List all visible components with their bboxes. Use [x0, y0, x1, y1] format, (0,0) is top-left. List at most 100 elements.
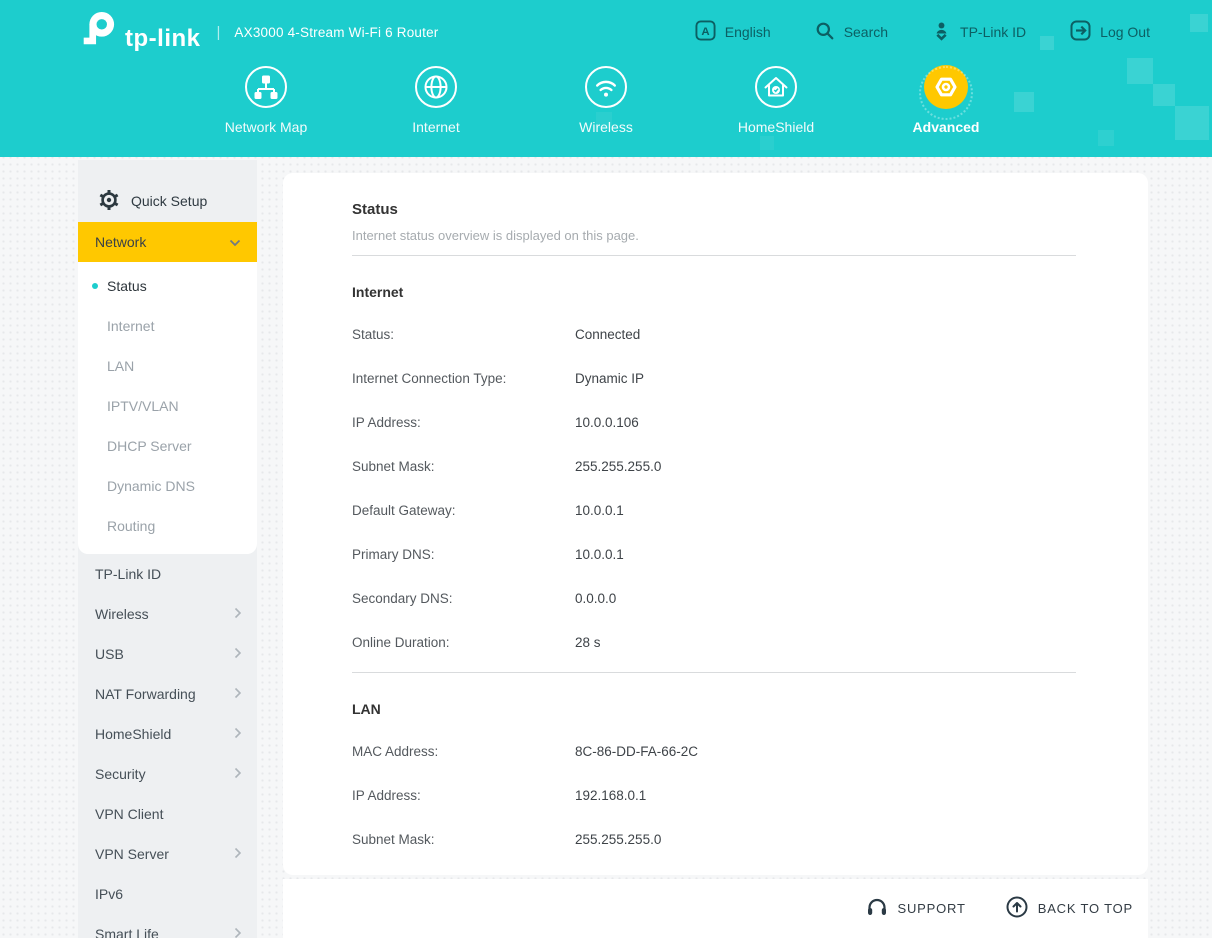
row-label: Online Duration:	[352, 635, 575, 650]
nav-homeshield-label: HomeShield	[738, 119, 814, 135]
nav-wireless-label: Wireless	[579, 119, 633, 135]
chevron-right-icon	[234, 766, 242, 782]
info-row: Subnet Mask: 255.255.255.0	[352, 817, 1076, 861]
support-button[interactable]: SUPPORT	[866, 897, 966, 920]
page-title: Status	[352, 201, 1076, 218]
row-label: IP Address:	[352, 415, 575, 430]
brand-wordmark: tp-link	[125, 27, 201, 54]
dynamic-dns-label: Dynamic DNS	[107, 478, 195, 494]
row-value: 192.168.0.1	[575, 788, 646, 803]
chevron-right-icon	[234, 646, 242, 662]
sidebar-item-internet[interactable]: Internet	[78, 306, 257, 346]
routing-label: Routing	[107, 518, 155, 534]
sidebar-item-vpn-client[interactable]: VPN Client	[78, 794, 257, 834]
tplink-id-button[interactable]: TP-Link ID	[932, 21, 1026, 44]
network-label: Network	[95, 234, 146, 250]
lan-label: LAN	[107, 358, 134, 374]
router-model-title: AX3000 4-Stream Wi-Fi 6 Router	[234, 25, 438, 40]
language-selector[interactable]: A English	[695, 20, 771, 44]
usb-label: USB	[95, 646, 124, 662]
footer-bar: SUPPORT BACK TO TOP	[283, 879, 1148, 938]
row-value: 0.0.0.0	[575, 591, 616, 606]
tplink-logo-icon	[76, 11, 118, 54]
row-label: Subnet Mask:	[352, 832, 575, 847]
row-label: Subnet Mask:	[352, 459, 575, 474]
tplink-id-label: TP-Link ID	[960, 24, 1026, 40]
headset-icon	[866, 897, 888, 920]
sidebar-item-smart-life[interactable]: Smart Life	[78, 914, 257, 938]
row-value: 8C-86-DD-FA-66-2C	[575, 744, 698, 759]
back-to-top-label: BACK TO TOP	[1038, 901, 1133, 916]
nav-advanced[interactable]: Advanced	[861, 64, 1031, 135]
homeshield-icon	[753, 64, 799, 110]
sidebar-item-nat-forwarding[interactable]: NAT Forwarding	[78, 674, 257, 714]
sidebar-item-quick-setup[interactable]: Quick Setup	[78, 160, 257, 222]
back-to-top-button[interactable]: BACK TO TOP	[1006, 896, 1133, 921]
search-label: Search	[844, 24, 888, 40]
tplink-id-icon	[932, 21, 951, 44]
vpn-server-label: VPN Server	[95, 846, 169, 862]
nav-wireless[interactable]: Wireless	[521, 64, 691, 135]
sidebar-item-lan[interactable]: LAN	[78, 346, 257, 386]
info-row: MAC Address: 8C-86-DD-FA-66-2C	[352, 729, 1076, 773]
svg-text:A: A	[701, 26, 709, 38]
sidebar-item-tplink-id[interactable]: TP-Link ID	[78, 554, 257, 594]
sidebar-item-usb[interactable]: USB	[78, 634, 257, 674]
sidebar-item-security[interactable]: Security	[78, 754, 257, 794]
nav-network-map[interactable]: Network Map	[181, 64, 351, 135]
header-links: A English Search	[695, 20, 1150, 44]
status-label: Status	[107, 278, 147, 294]
info-row: Primary DNS: 10.0.0.1	[352, 532, 1076, 576]
chevron-right-icon	[234, 686, 242, 702]
nav-internet[interactable]: Internet	[351, 64, 521, 135]
logout-icon	[1070, 20, 1091, 44]
decor-square	[760, 136, 774, 150]
divider	[352, 255, 1076, 256]
sidebar-item-dynamic-dns[interactable]: Dynamic DNS	[78, 466, 257, 506]
sidebar-item-iptv-vlan[interactable]: IPTV/VLAN	[78, 386, 257, 426]
nav-network-map-label: Network Map	[225, 119, 307, 135]
language-label: English	[725, 24, 771, 40]
row-label: Default Gateway:	[352, 503, 575, 518]
sidebar-item-dhcp-server[interactable]: DHCP Server	[78, 426, 257, 466]
network-submenu: Status Internet LAN IPTV/VLAN DHCP Serve…	[78, 262, 257, 554]
tplink-logo[interactable]: tp-link	[76, 11, 201, 54]
wireless-icon	[583, 64, 629, 110]
row-value: Dynamic IP	[575, 371, 644, 386]
info-row: Subnet Mask: 255.255.255.0	[352, 444, 1076, 488]
advanced-halo	[919, 66, 973, 120]
search-button[interactable]: Search	[815, 21, 888, 44]
sidebar: Quick Setup Network Status Internet LAN …	[78, 160, 257, 938]
smart-life-label: Smart Life	[95, 926, 159, 938]
nav-advanced-label: Advanced	[913, 119, 980, 135]
status-content-card: Status Internet status overview is displ…	[283, 173, 1148, 875]
sidebar-item-network[interactable]: Network	[78, 222, 257, 262]
section-heading-internet: Internet	[352, 284, 1076, 300]
sidebar-item-ipv6[interactable]: IPv6	[78, 874, 257, 914]
sidebar-item-homeshield[interactable]: HomeShield	[78, 714, 257, 754]
info-row: Secondary DNS: 0.0.0.0	[352, 576, 1076, 620]
nav-homeshield[interactable]: HomeShield	[691, 64, 861, 135]
arrow-up-circle-icon	[1006, 896, 1028, 921]
chevron-right-icon	[234, 606, 242, 622]
row-label: IP Address:	[352, 788, 575, 803]
vpn-client-label: VPN Client	[95, 806, 163, 822]
support-label: SUPPORT	[898, 901, 966, 916]
row-label: Primary DNS:	[352, 547, 575, 562]
search-icon	[815, 21, 835, 44]
internet-icon	[413, 64, 459, 110]
sidebar-item-status[interactable]: Status	[78, 266, 257, 306]
info-row: Default Gateway: 10.0.0.1	[352, 488, 1076, 532]
ipv6-label: IPv6	[95, 886, 123, 902]
row-value: 10.0.0.1	[575, 503, 624, 518]
section-heading-lan: LAN	[352, 701, 1076, 717]
sidebar-item-wireless[interactable]: Wireless	[78, 594, 257, 634]
sidebar-item-routing[interactable]: Routing	[78, 506, 257, 546]
dhcp-server-label: DHCP Server	[107, 438, 192, 454]
internet-info-rows: Status: Connected Internet Connection Ty…	[352, 312, 1076, 664]
page-subtitle: Internet status overview is displayed on…	[352, 228, 1076, 243]
logout-label: Log Out	[1100, 24, 1150, 40]
sidebar-item-vpn-server[interactable]: VPN Server	[78, 834, 257, 874]
logout-button[interactable]: Log Out	[1070, 20, 1150, 44]
nat-forwarding-label: NAT Forwarding	[95, 686, 196, 702]
